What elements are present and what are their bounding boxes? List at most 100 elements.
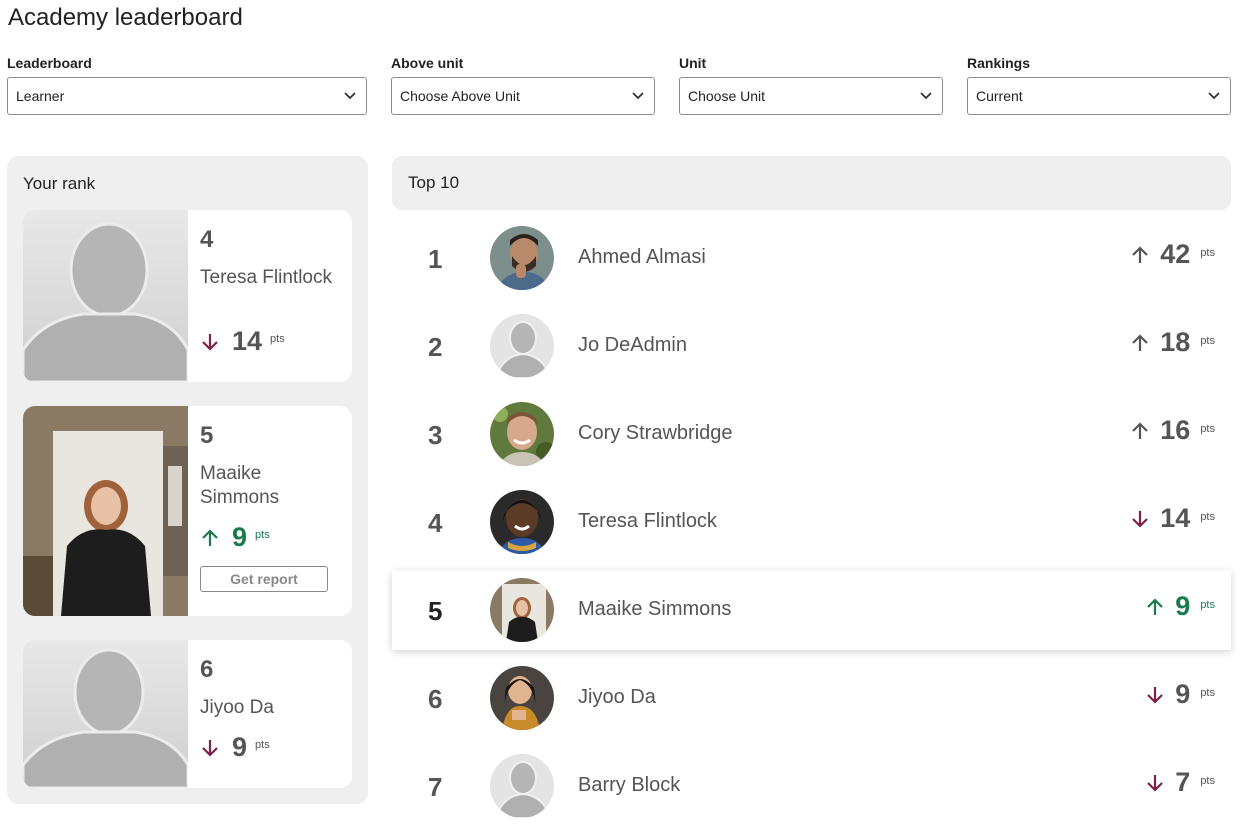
row-score: 7 pts	[1145, 769, 1215, 796]
row-rank: 6	[428, 684, 443, 714]
row-score: 42 pts	[1130, 241, 1215, 268]
get-report-button[interactable]: Get report	[200, 566, 328, 592]
leaderboard-select[interactable]: Learner	[7, 77, 367, 115]
rankings-select[interactable]: Current	[967, 77, 1231, 115]
filter-above-unit: Above unit Choose Above Unit	[391, 55, 655, 115]
row-rank: 2	[428, 332, 443, 362]
points: 18	[1160, 327, 1191, 357]
row-name: Cory Strawbridge	[578, 422, 733, 444]
top-10-header: Top 10	[392, 156, 1231, 210]
arrow-down-icon	[200, 738, 220, 758]
avatar-placeholder	[23, 640, 188, 788]
avatar	[490, 226, 554, 290]
row-rank: 5	[428, 596, 443, 626]
card-score: 14 pts	[200, 328, 285, 355]
row-score: 9 pts	[1145, 681, 1215, 708]
row-score: 9 pts	[1145, 593, 1215, 620]
chevron-down-icon	[632, 90, 644, 102]
row-name: Barry Block	[578, 774, 681, 796]
arrow-up-icon	[1130, 333, 1150, 353]
avatar	[490, 490, 554, 554]
leaderboard-row-current-user[interactable]: 5 Maaike Simmons 9 pts	[392, 570, 1231, 650]
row-name: Teresa Flintlock	[578, 510, 717, 532]
card-score: 9 pts	[200, 524, 270, 551]
points: 9	[1175, 591, 1191, 621]
points-label: pts	[255, 528, 270, 541]
points-label: pts	[1200, 246, 1215, 259]
chevron-down-icon	[1208, 90, 1220, 102]
card-name: Jiyoo Da	[200, 697, 274, 718]
row-rank: 4	[428, 508, 443, 538]
above-unit-select[interactable]: Choose Above Unit	[391, 77, 655, 115]
row-score: 16 pts	[1130, 417, 1215, 444]
row-rank: 3	[428, 420, 443, 450]
select-value: Choose Unit	[688, 88, 766, 104]
unit-select[interactable]: Choose Unit	[679, 77, 943, 115]
points-label: pts	[1200, 686, 1215, 699]
row-rank: 7	[428, 772, 443, 802]
points: 16	[1160, 415, 1191, 445]
row-name: Jiyoo Da	[578, 686, 656, 708]
card-rank: 5	[200, 422, 214, 449]
avatar	[490, 666, 554, 730]
points: 14	[232, 326, 263, 356]
row-name: Jo DeAdmin	[578, 334, 687, 356]
arrow-down-icon	[200, 332, 220, 352]
filter-rankings: Rankings Current	[967, 55, 1231, 115]
leaderboard-row[interactable]: 3 Cory Strawbridge 16 pts	[392, 394, 1231, 474]
select-value: Current	[976, 88, 1023, 104]
row-name: Ahmed Almasi	[578, 246, 706, 268]
arrow-up-icon	[1130, 421, 1150, 441]
leaderboard-row[interactable]: 4 Teresa Flintlock 14 pts	[392, 482, 1231, 562]
filter-label: Above unit	[391, 55, 464, 71]
filter-label: Leaderboard	[7, 55, 92, 71]
points: 9	[232, 732, 248, 762]
card-rank: 6	[200, 656, 214, 683]
points: 7	[1175, 767, 1191, 797]
points-label: pts	[270, 332, 285, 345]
points-label: pts	[1200, 422, 1215, 435]
row-rank: 1	[428, 244, 443, 274]
arrow-up-icon	[1145, 597, 1165, 617]
card-rank: 4	[200, 226, 214, 253]
row-name: Maaike Simmons	[578, 598, 732, 620]
chevron-down-icon	[920, 90, 932, 102]
leaderboard-row[interactable]: 2 Jo DeAdmin 18 pts	[392, 306, 1231, 386]
arrow-up-icon	[200, 528, 220, 548]
rank-card: 6 Jiyoo Da 9 pts	[23, 640, 352, 788]
row-score: 18 pts	[1130, 329, 1215, 356]
top-10-title: Top 10	[408, 173, 460, 192]
arrow-down-icon	[1130, 509, 1150, 529]
card-score: 9 pts	[200, 734, 270, 761]
points-label: pts	[1200, 598, 1215, 611]
select-value: Choose Above Unit	[400, 88, 520, 104]
filter-unit: Unit Choose Unit	[679, 55, 943, 115]
leaderboard-row[interactable]: 7 Barry Block 7 pts	[392, 746, 1231, 826]
filter-label: Unit	[679, 55, 707, 71]
filter-leaderboard: Leaderboard Learner	[7, 55, 367, 115]
points-label: pts	[1200, 510, 1215, 523]
leaderboard-row[interactable]: 6 Jiyoo Da 9 pts	[392, 658, 1231, 738]
card-name: Maaike Simmons	[200, 463, 280, 508]
page-title: Academy leaderboard	[8, 4, 243, 31]
leaderboard-row[interactable]: 1 Ahmed Almasi 42 pts	[392, 218, 1231, 298]
arrow-up-icon	[1130, 245, 1150, 265]
arrow-down-icon	[1145, 685, 1165, 705]
avatar	[490, 402, 554, 466]
filter-label: Rankings	[967, 55, 1031, 71]
your-rank-panel: Your rank 4 Teresa Flintlock 14 pts 5 Ma…	[7, 156, 368, 804]
points: 9	[232, 522, 248, 552]
avatar	[490, 314, 554, 378]
avatar	[490, 754, 554, 818]
avatar	[490, 578, 554, 642]
card-name: Teresa Flintlock	[200, 267, 332, 288]
row-score: 14 pts	[1130, 505, 1215, 532]
rank-card: 5 Maaike Simmons 9 pts Get report	[23, 406, 352, 616]
select-value: Learner	[16, 88, 65, 104]
arrow-down-icon	[1145, 773, 1165, 793]
points-label: pts	[1200, 334, 1215, 347]
avatar-placeholder	[23, 210, 188, 382]
points-label: pts	[255, 738, 270, 751]
your-rank-title: Your rank	[23, 174, 96, 193]
chevron-down-icon	[344, 90, 356, 102]
